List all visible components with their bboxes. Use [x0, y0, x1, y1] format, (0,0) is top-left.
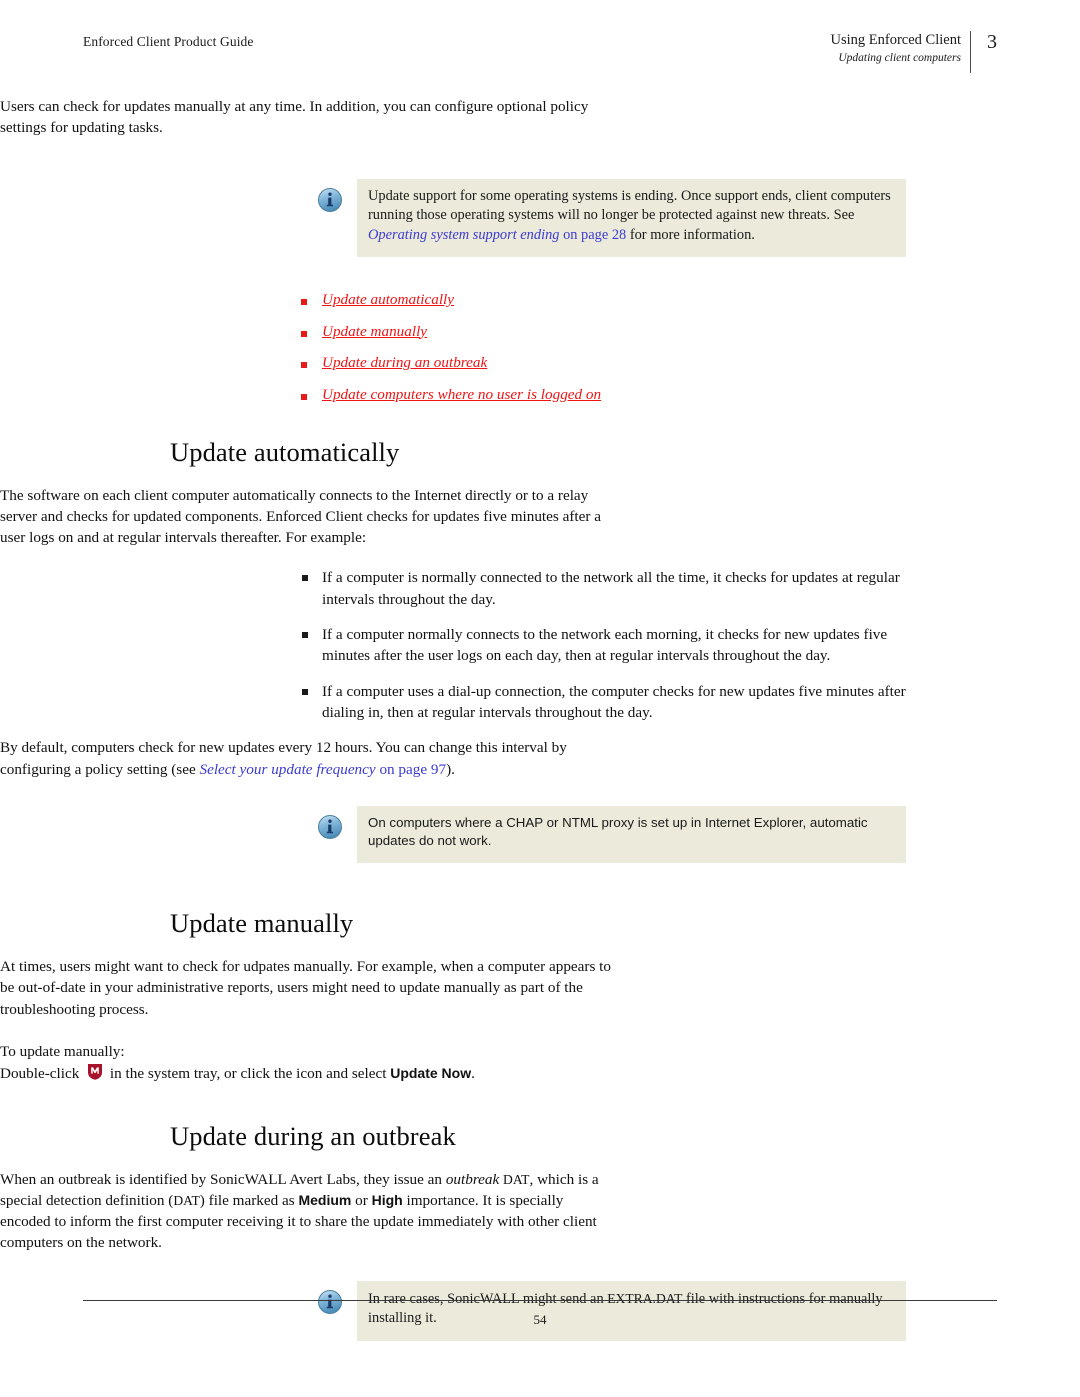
note-text: On computers where a CHAP or NTML proxy …: [368, 814, 868, 849]
note-xref-link[interactable]: Operating system support ending: [368, 227, 559, 243]
bullet-square-icon: [302, 575, 308, 582]
header-section-title: Updating client computers: [838, 52, 961, 64]
mcafee-tray-icon[interactable]: [86, 1063, 103, 1081]
header-chapter-block: Using Enforced Client Updating client co…: [541, 30, 961, 67]
bullet-square-icon: [301, 393, 307, 400]
heading-update-manually: Update manually: [170, 908, 354, 939]
list-item-text: If a computer normally connects to the n…: [322, 626, 888, 665]
heading-update-during-an-outbreak: Update during an outbreak: [170, 1120, 456, 1151]
bullet-square-icon: [302, 688, 308, 695]
instruction-part2: in the system tray, or click the icon an…: [106, 1065, 391, 1083]
section-link-list: Update automatically Update manually Upd…: [300, 291, 912, 404]
list-item[interactable]: Update automatically: [300, 291, 912, 309]
footer-page-number: 54: [533, 1312, 547, 1327]
paragraph-to-update-manually: To update manually:: [0, 1042, 125, 1060]
link-select-your-update-frequency[interactable]: Select your update frequency: [200, 761, 376, 778]
outbreak-bold-medium: Medium: [298, 1191, 352, 1208]
intro-paragraph: Users can check for updates manually at …: [0, 98, 589, 137]
header-chapter-title: Using Enforced Client: [830, 32, 961, 48]
instruction-update-now-label: Update Now: [390, 1065, 472, 1082]
bullet-square-icon: [301, 362, 307, 369]
info-icon: [317, 814, 342, 839]
note-text-part2: for more information.: [626, 226, 755, 243]
outbreak-part4: or: [351, 1191, 372, 1209]
outbreak-smallcaps-dat-1: DAT: [503, 1171, 530, 1187]
note3-smallcaps-extra-dat: EXTRA.DAT: [607, 1290, 683, 1306]
page-content: Users can check for updates manually at …: [0, 96, 1080, 1341]
list-item[interactable]: Update manually: [300, 323, 912, 341]
link-update-during-an-outbreak[interactable]: Update during an outbreak: [322, 354, 487, 371]
header-divider: [970, 31, 971, 73]
info-icon: [317, 187, 342, 212]
list-item-text: If a computer uses a dial-up connection,…: [322, 682, 906, 721]
link-update-automatically[interactable]: Update automatically: [322, 291, 454, 308]
note-box-body: On computers where a CHAP or NTML proxy …: [357, 805, 906, 864]
bullet-square-icon: [301, 330, 307, 337]
note-box-chap-ntml-proxy: On computers where a CHAP or NTML proxy …: [300, 805, 912, 864]
outbreak-part1: When an outbreak is identified by SonicW…: [0, 1170, 446, 1188]
outbreak-part3: ) file marked as: [199, 1191, 299, 1209]
bullet-list-update-automatically: If a computer is normally connected to t…: [300, 567, 912, 723]
outbreak-smallcaps-dat-2: DAT: [173, 1192, 200, 1208]
instruction-part1: Double-click: [0, 1065, 84, 1083]
note-box-operating-system-support: Update support for some operating system…: [300, 178, 912, 258]
bullet-square-icon: [301, 299, 307, 306]
note-xref-page[interactable]: on page 28: [559, 227, 626, 243]
list-item: If a computer is normally connected to t…: [300, 567, 912, 610]
paragraph-default-interval: By default, computers check for new upda…: [0, 737, 612, 780]
note-text: Update support for some operating system…: [368, 187, 896, 246]
header-book-title: Enforced Client Product Guide: [83, 34, 254, 49]
paragraph-double-click-instruction: Double-click in the system tray, or clic…: [0, 1063, 612, 1084]
paragraph-update-automatically: The software on each client computer aut…: [0, 486, 601, 547]
instruction-part3: .: [471, 1065, 475, 1083]
note-box-extra-dat: In rare cases, SonicWALL might send an E…: [300, 1280, 912, 1341]
list-item[interactable]: Update computers where no user is logged…: [300, 386, 912, 404]
list-item-text: If a computer is normally connected to t…: [322, 569, 900, 608]
paragraph-update-during-an-outbreak: When an outbreak is identified by SonicW…: [0, 1169, 612, 1254]
list-item: If a computer uses a dial-up connection,…: [300, 681, 912, 724]
info-icon: [317, 1289, 342, 1314]
heading-update-automatically: Update automatically: [170, 436, 400, 467]
note-box-body: In rare cases, SonicWALL might send an E…: [357, 1280, 906, 1341]
footer-divider: [83, 1300, 997, 1301]
paragraph-default-part2: ).: [446, 760, 455, 778]
outbreak-bold-high: High: [371, 1191, 403, 1208]
list-item: If a computer normally connects to the n…: [300, 624, 912, 667]
link-update-manually[interactable]: Update manually: [322, 323, 427, 340]
document-page: Enforced Client Product Guide Using Enfo…: [0, 0, 1080, 1397]
note-text-part1: Update support for some operating system…: [368, 187, 891, 224]
page-header: Enforced Client Product Guide Using Enfo…: [83, 30, 997, 76]
bullet-square-icon: [302, 632, 308, 639]
link-update-computers-no-user-logged-on[interactable]: Update computers where no user is logged…: [322, 386, 601, 403]
note3-part1: In rare cases, SonicWALL might send an: [368, 1290, 608, 1307]
note-box-body: Update support for some operating system…: [357, 178, 906, 258]
paragraph-update-manually: At times, users might want to check for …: [0, 958, 611, 1018]
header-chapter-number: 3: [987, 31, 997, 53]
outbreak-italic-outbreak: outbreak: [445, 1170, 500, 1188]
link-select-frequency-page[interactable]: on page 97: [376, 761, 446, 778]
list-item[interactable]: Update during an outbreak: [300, 354, 912, 372]
